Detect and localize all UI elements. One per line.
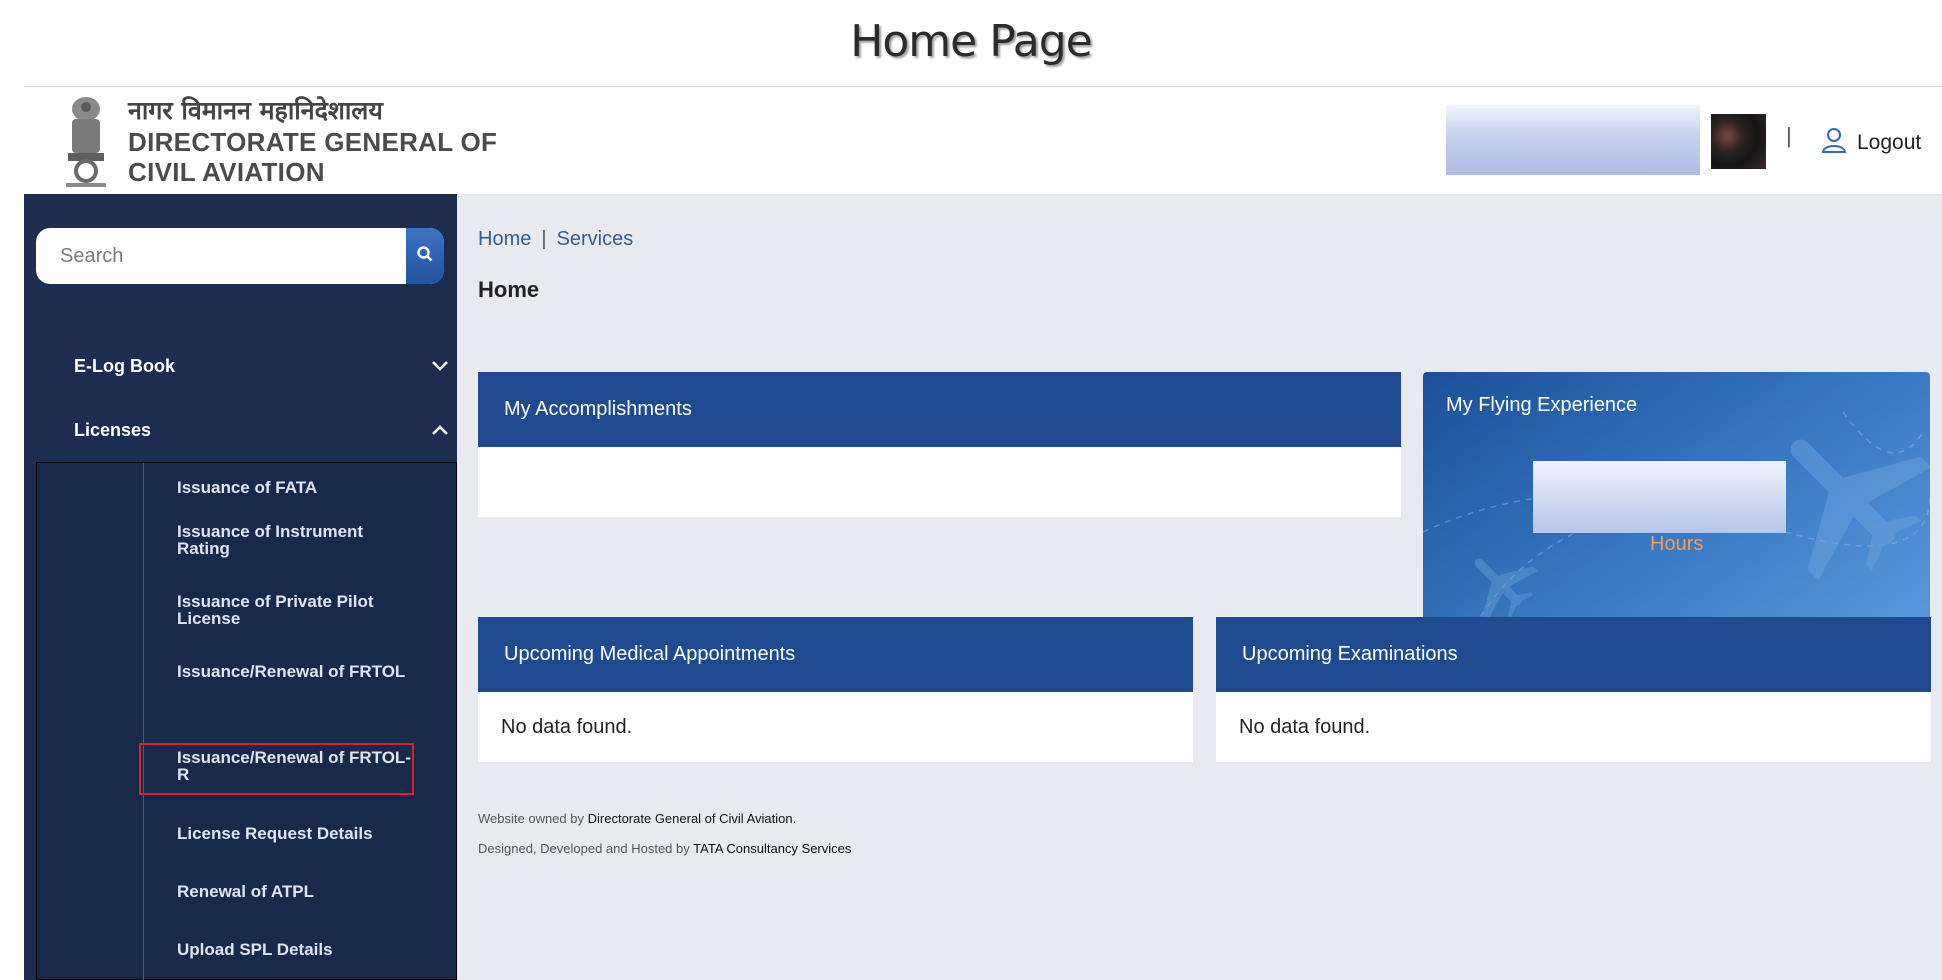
page-heading: Home Page	[850, 16, 1092, 67]
submenu-item-upload-spl[interactable]: Upload SPL Details	[177, 941, 417, 958]
submenu-item-license-request-details[interactable]: License Request Details	[177, 825, 437, 842]
user-icon	[1819, 125, 1849, 160]
brand-logo-text: नागर विमानन महानिदेशालय DIRECTORATE GENE…	[128, 93, 497, 187]
top-bar: नागर विमानन महानिदेशालय DIRECTORATE GENE…	[24, 87, 1942, 194]
accomplishments-card-header: My Accomplishments	[478, 372, 1401, 447]
medical-card-body: No data found.	[478, 692, 1193, 762]
licenses-submenu: Issuance of FATA Issuance of Instrument …	[36, 462, 457, 980]
org-name-line1: DIRECTORATE GENERAL OF	[128, 127, 498, 157]
app-frame: नागर विमानन महानिदेशालय DIRECTORATE GENE…	[24, 86, 1942, 980]
flying-experience-title: My Flying Experience	[1446, 394, 1638, 416]
exams-card-body: No data found.	[1216, 692, 1931, 762]
footer-hosted: Designed, Developed and Hosted by TATA C…	[478, 841, 851, 856]
exams-title: Upcoming Examinations	[1242, 643, 1458, 665]
submenu-item-renewal-atpl[interactable]: Renewal of ATPL	[177, 883, 417, 900]
empty-state-text: No data found.	[1239, 715, 1371, 738]
submenu-item-fata[interactable]: Issuance of FATA	[177, 479, 417, 496]
footer-owner-link[interactable]: Directorate General of Civil Aviation.	[588, 811, 797, 826]
submenu-item-private-pilot-license[interactable]: Issuance of Private Pilot License	[177, 593, 417, 627]
hindi-name: नागर विमानन महानिदेशालय	[128, 96, 383, 125]
user-info-redacted	[1446, 105, 1700, 175]
national-emblem-icon	[58, 91, 114, 191]
hours-label: Hours	[1650, 533, 1704, 555]
avatar[interactable]	[1711, 114, 1766, 169]
main-content: Home | Services Home My Accomplishments	[457, 194, 1942, 980]
logout-label: Logout	[1857, 130, 1922, 154]
submenu-item-instrument-rating[interactable]: Issuance of Instrument Rating	[177, 523, 417, 557]
sidebar-item-label: Licenses	[74, 419, 152, 440]
breadcrumb-home[interactable]: Home	[478, 228, 531, 250]
medical-title: Upcoming Medical Appointments	[504, 643, 796, 665]
submenu-item-frtol[interactable]: Issuance/Renewal of FRTOL	[177, 663, 417, 680]
breadcrumb: Home | Services	[478, 228, 633, 251]
sidebar: E-Log Book Licenses Issuance of FATA Iss…	[24, 194, 457, 980]
search-input[interactable]	[36, 228, 390, 284]
sidebar-item-e-log-book[interactable]: E-Log Book	[74, 346, 449, 386]
flying-experience-card: My Flying Experience Hours	[1423, 372, 1930, 648]
search-icon	[416, 245, 434, 268]
footer-owned: Website owned by Directorate General of …	[478, 811, 796, 826]
logout-button[interactable]: Logout	[1819, 125, 1921, 160]
chevron-up-icon	[431, 420, 449, 441]
org-name-line2: CIVIL AVIATION	[128, 157, 325, 187]
submenu-divider	[143, 463, 144, 980]
breadcrumb-services[interactable]: Services	[557, 228, 634, 250]
page-title: Home	[478, 277, 540, 302]
breadcrumb-separator: |	[541, 228, 547, 250]
selection-highlight	[139, 743, 414, 795]
sidebar-item-label: E-Log Book	[74, 355, 175, 376]
footer-host-link[interactable]: TATA Consultancy Services	[693, 841, 851, 856]
footer-hosted-prefix: Designed, Developed and Hosted by	[478, 841, 690, 856]
header-separator: |	[1786, 123, 1792, 148]
flying-hours-value-redacted	[1533, 461, 1786, 533]
chevron-down-icon	[431, 356, 449, 377]
accomplishments-card-body	[478, 447, 1401, 517]
accomplishments-title: My Accomplishments	[504, 398, 692, 420]
footer-owned-prefix: Website owned by	[478, 811, 584, 826]
empty-state-text: No data found.	[501, 715, 633, 738]
search-box	[36, 228, 444, 284]
sidebar-item-licenses[interactable]: Licenses	[74, 410, 449, 450]
search-button[interactable]	[406, 228, 444, 284]
exams-card-header: Upcoming Examinations	[1216, 617, 1931, 692]
medical-card-header: Upcoming Medical Appointments	[478, 617, 1193, 692]
